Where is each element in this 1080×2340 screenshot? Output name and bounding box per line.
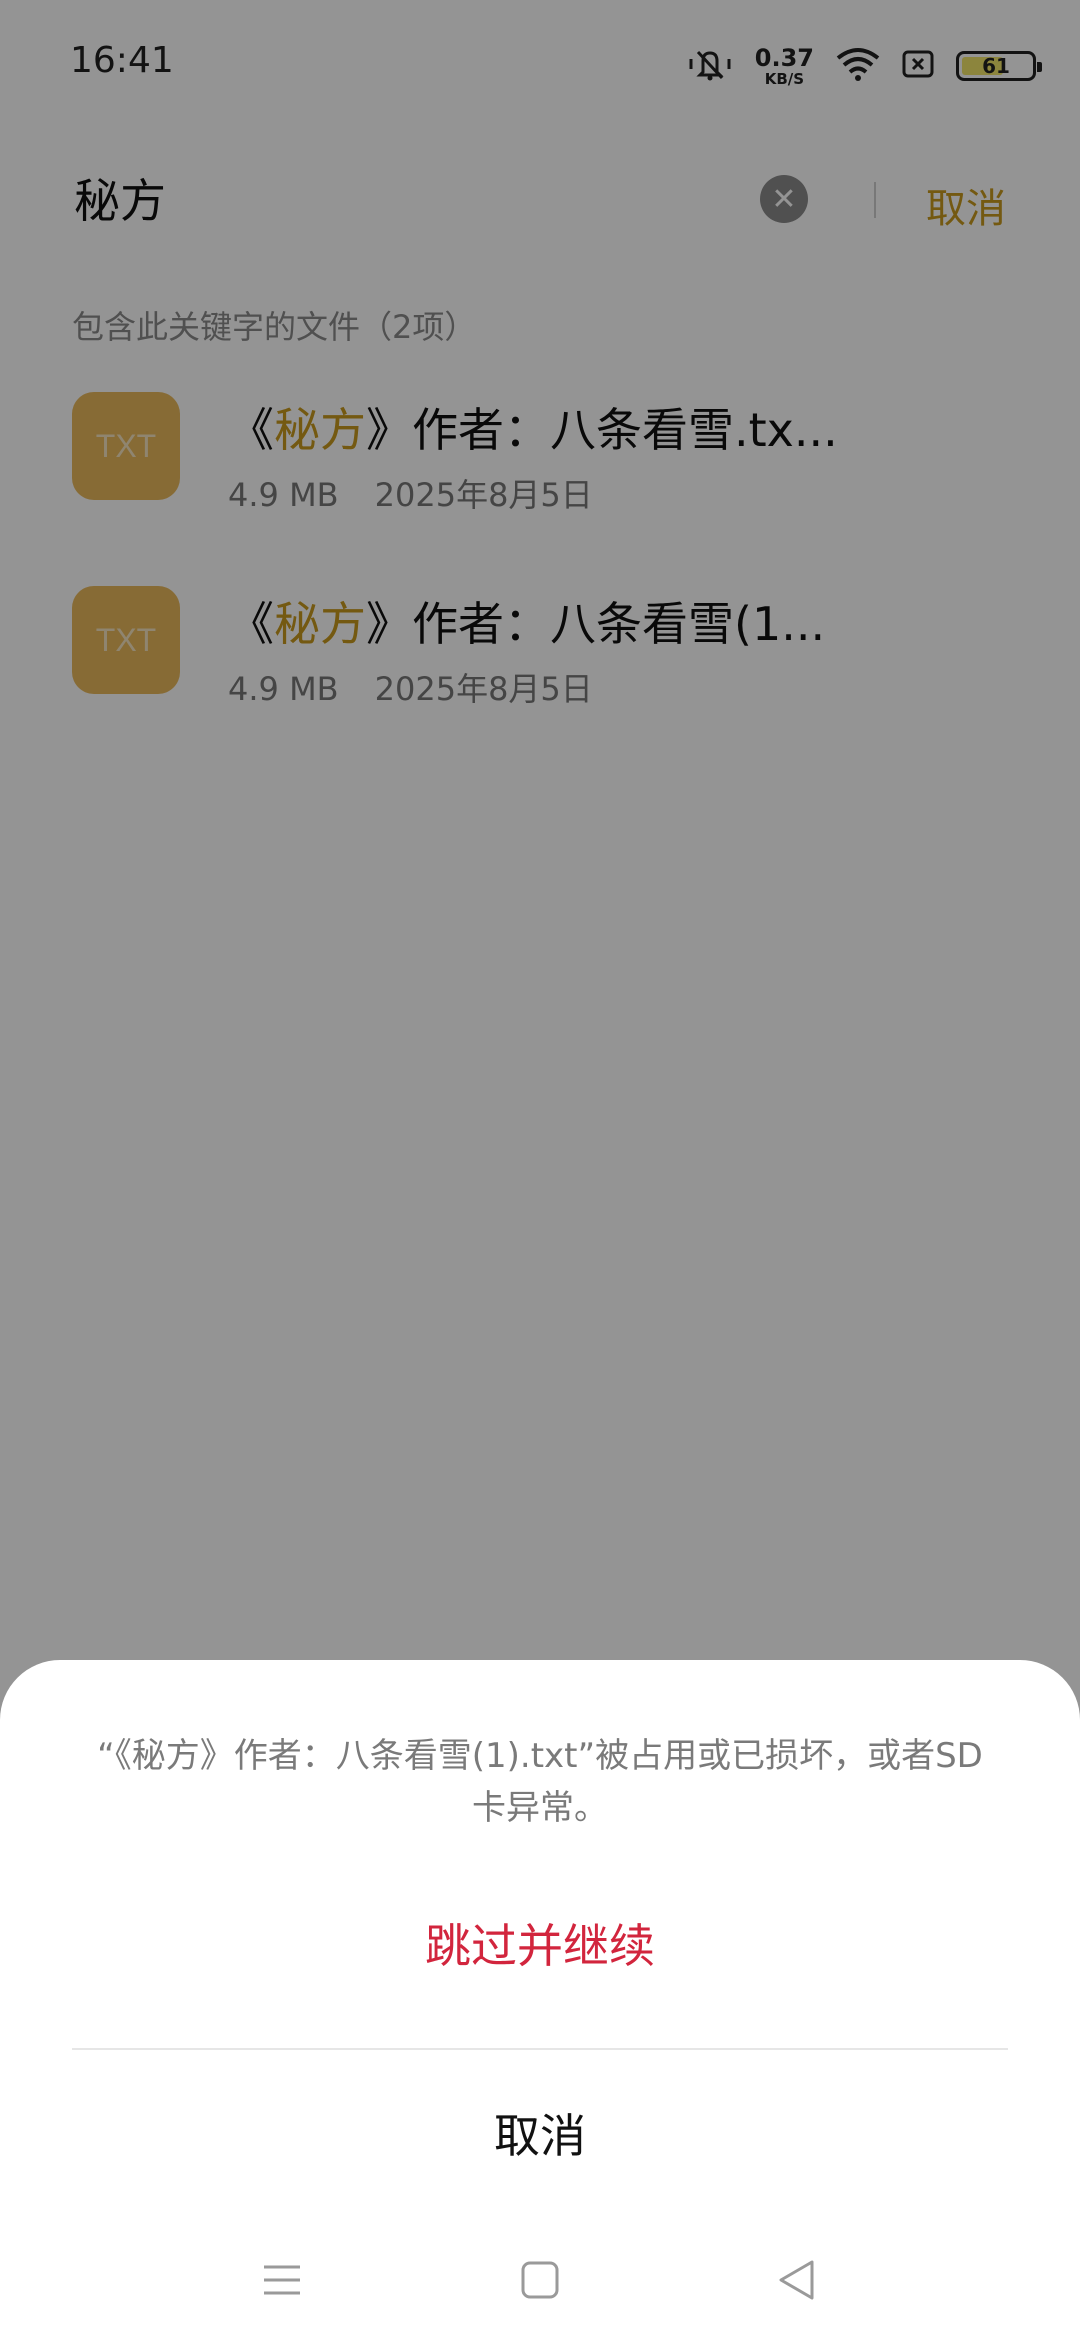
- home-icon[interactable]: [510, 2250, 570, 2310]
- menu-icon[interactable]: [252, 2250, 312, 2310]
- dialog-divider: [72, 2048, 1008, 2050]
- skip-and-continue-button[interactable]: 跳过并继续: [0, 1910, 1080, 1976]
- dialog-message: “《秘方》作者：八条看雪(1).txt”被占用或已损坏，或者SD 卡异常。: [97, 1736, 983, 1828]
- navigation-bar: [0, 2220, 1080, 2330]
- back-icon[interactable]: [766, 2250, 826, 2310]
- dialog-cancel-button[interactable]: 取消: [0, 2100, 1080, 2166]
